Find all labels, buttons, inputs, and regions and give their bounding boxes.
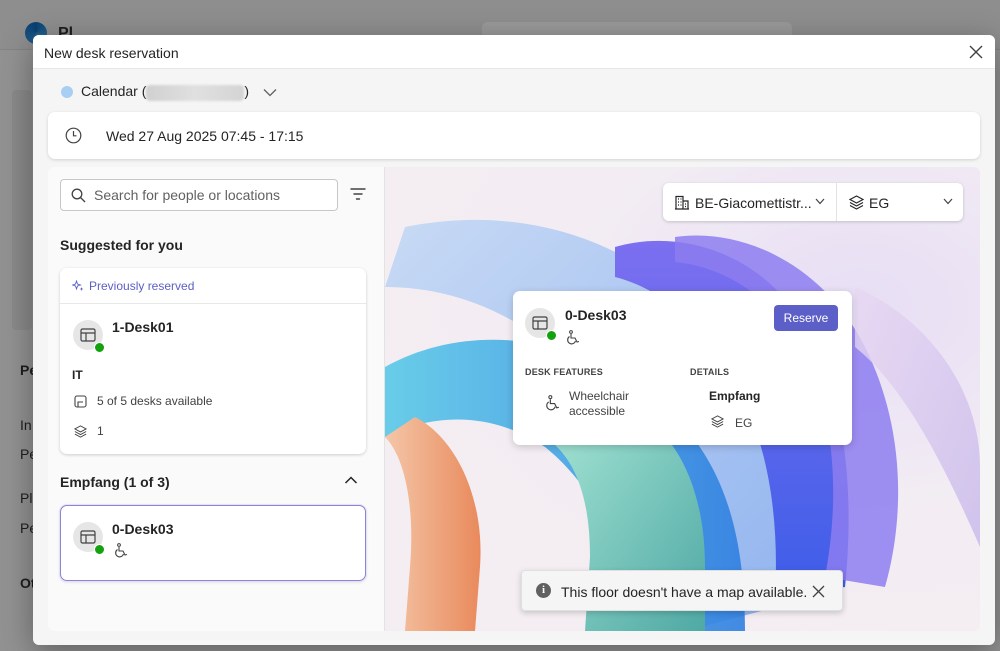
desk-icon <box>532 316 548 330</box>
building-name: BE-Giacomettistr... <box>695 195 812 211</box>
desk-avatar <box>73 320 105 353</box>
desk-feature-text: Wheelchair accessible <box>569 389 629 419</box>
desk-floor: EG <box>735 416 753 430</box>
layers-icon <box>849 195 864 210</box>
desk-location: Empfang <box>709 389 761 403</box>
wheelchair-icon <box>567 330 580 345</box>
calendar-color-dot <box>61 86 73 98</box>
chevron-down-icon <box>263 88 277 96</box>
dialog-title: New desk reservation <box>44 45 179 61</box>
filter-icon[interactable] <box>350 187 366 201</box>
floor-row: 1 <box>74 424 104 438</box>
desk-detail-card: 0-Desk03 Reserve DESK FEATURES Wheelchai… <box>513 291 852 445</box>
dialog-header: New desk reservation <box>33 35 995 69</box>
search-panel: Suggested for you Previously reserved <box>48 167 385 631</box>
desk-icon <box>80 530 96 544</box>
desk-features-title: DESK FEATURES <box>525 367 603 377</box>
desk-avatar <box>525 308 557 341</box>
desk-availability-icon <box>74 394 87 408</box>
group-title: Empfang (1 of 3) <box>60 474 170 490</box>
location-selector: BE-Giacomettistr... EG <box>663 183 963 221</box>
chevron-up-icon[interactable] <box>344 475 358 485</box>
no-map-toast: i This floor doesn't have a map availabl… <box>521 570 843 611</box>
floor-dropdown[interactable]: EG <box>837 183 963 221</box>
calendar-selector[interactable]: Calendar () <box>61 83 277 101</box>
desk-name: 1-Desk01 <box>112 319 174 335</box>
calendar-label-prefix: Calendar ( <box>81 83 147 100</box>
date-time-text: Wed 27 Aug 2025 07:45 - 17:15 <box>106 128 304 144</box>
chevron-down-icon <box>943 198 953 205</box>
desk-list-item[interactable]: 0-Desk03 <box>60 505 366 581</box>
card-divider <box>60 303 366 304</box>
calendar-label-suffix: ) <box>244 83 250 100</box>
reservation-main-area: BE-Giacomettistr... EG 0-Desk03 Reserve … <box>48 167 980 631</box>
info-icon: i <box>536 583 551 598</box>
calendar-label: Calendar () <box>81 83 250 101</box>
desk-avatar <box>73 522 105 555</box>
search-input[interactable] <box>94 186 334 204</box>
previously-reserved-badge: Previously reserved <box>72 279 194 293</box>
layers-icon <box>74 424 87 438</box>
suggested-desk-card[interactable]: Previously reserved 1-Desk01 IT 5 of 5 d… <box>60 268 366 454</box>
new-desk-reservation-dialog: New desk reservation Calendar () Wed 27 … <box>33 35 995 645</box>
close-icon[interactable] <box>967 43 985 61</box>
building-dropdown[interactable]: BE-Giacomettistr... <box>663 183 837 221</box>
layers-icon <box>711 415 724 428</box>
redacted-account <box>146 84 245 101</box>
floor-name: EG <box>869 195 890 211</box>
reserve-button[interactable]: Reserve <box>774 305 838 331</box>
desk-feature-line: accessible <box>569 404 626 418</box>
availability-row: 5 of 5 desks available <box>74 394 212 408</box>
chevron-down-icon <box>815 198 825 205</box>
available-status-icon <box>546 330 557 341</box>
neighborhood-name: IT <box>72 368 83 382</box>
desk-icon <box>80 328 96 342</box>
floor-text: 1 <box>97 424 104 438</box>
details-title: DETAILS <box>690 367 730 377</box>
available-status-icon <box>94 342 105 353</box>
empfang-group-header[interactable]: Empfang (1 of 3) <box>60 472 366 492</box>
desk-name: 0-Desk03 <box>112 521 174 537</box>
building-icon <box>675 195 689 210</box>
available-status-icon <box>94 544 105 555</box>
clock-icon <box>65 127 82 144</box>
date-time-picker[interactable]: Wed 27 Aug 2025 07:45 - 17:15 <box>48 112 980 159</box>
desk-name: 0-Desk03 <box>565 307 627 323</box>
wheelchair-icon <box>546 395 560 411</box>
suggested-section-title: Suggested for you <box>60 237 183 253</box>
availability-text: 5 of 5 desks available <box>97 394 213 408</box>
sparkle-icon <box>72 280 84 291</box>
search-box[interactable] <box>60 179 338 211</box>
previously-reserved-label: Previously reserved <box>89 279 195 293</box>
wheelchair-icon <box>115 543 128 558</box>
close-icon[interactable] <box>812 585 825 598</box>
search-icon <box>71 188 86 203</box>
floor-map-area: BE-Giacomettistr... EG 0-Desk03 Reserve … <box>385 167 980 631</box>
desk-feature-line: Wheelchair <box>569 389 630 403</box>
toast-message: This floor doesn't have a map available. <box>561 584 808 600</box>
